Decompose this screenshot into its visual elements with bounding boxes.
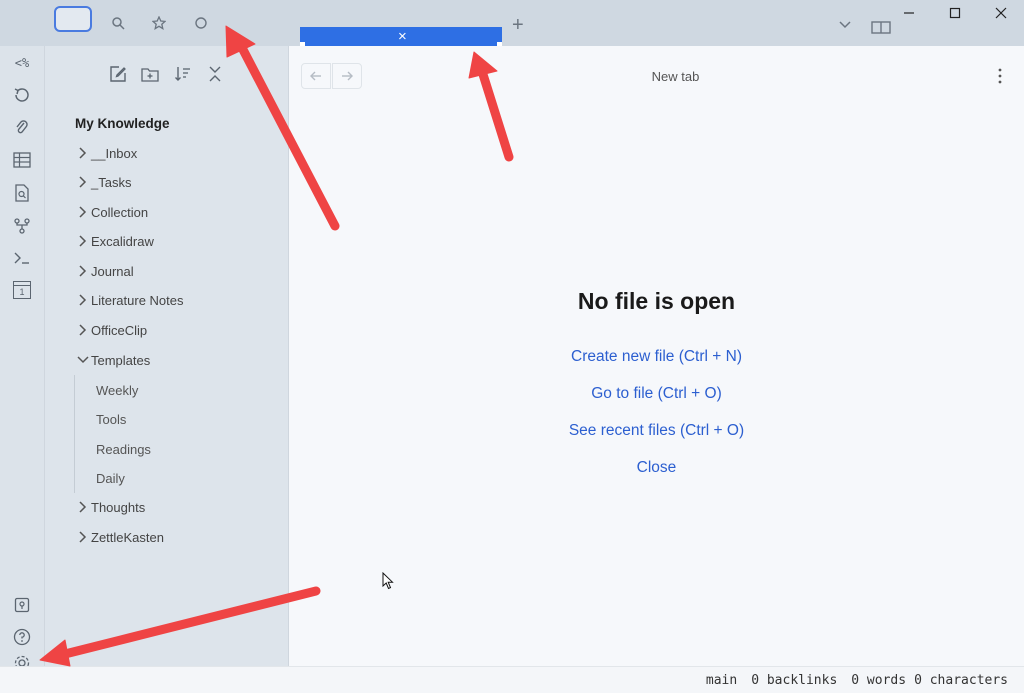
folder-tasks[interactable]: _Tasks — [75, 171, 131, 193]
chevron-right-icon — [79, 265, 87, 277]
maximize-icon[interactable] — [932, 0, 978, 26]
table-icon[interactable] — [10, 148, 34, 172]
folder-inbox[interactable]: __Inbox — [75, 142, 137, 164]
chevron-right-icon — [79, 147, 87, 159]
folder-excalidraw[interactable]: Excalidraw — [75, 230, 154, 252]
folder-templates[interactable]: Templates — [75, 349, 150, 371]
create-new-file-link[interactable]: Create new file (Ctrl + N) — [289, 348, 1024, 366]
close-window-icon[interactable] — [978, 0, 1024, 26]
files-icon[interactable] — [53, 4, 93, 34]
history-icon[interactable] — [10, 83, 34, 107]
file-weekly[interactable]: Weekly — [96, 379, 138, 401]
file-explorer: My Knowledge __Inbox _Tasks Collection E… — [45, 46, 289, 666]
file-readings[interactable]: Readings — [96, 438, 151, 460]
folder-journal[interactable]: Journal — [75, 260, 134, 282]
status-bar: main 0 backlinks 0 words 0 characters — [0, 666, 1024, 693]
folder-literature-notes[interactable]: Literature Notes — [75, 289, 184, 311]
file-search-icon[interactable] — [10, 181, 34, 205]
new-note-icon[interactable] — [106, 62, 130, 86]
file-daily[interactable]: Daily — [96, 467, 125, 489]
minimize-icon[interactable] — [886, 0, 932, 26]
close-link[interactable]: Close — [289, 459, 1024, 477]
tab-list-chevron-icon[interactable] — [838, 20, 852, 30]
file-tools[interactable]: Tools — [96, 408, 126, 430]
chevron-right-icon — [79, 501, 87, 513]
bookmark-icon[interactable] — [139, 10, 179, 36]
new-tab-button[interactable]: + — [512, 15, 524, 35]
new-folder-icon[interactable] — [138, 62, 162, 86]
view-header-title: New tab — [651, 69, 700, 84]
calendar-icon[interactable]: 1 — [10, 278, 34, 302]
vault-icon[interactable] — [10, 593, 34, 617]
character-count: 0 characters — [914, 673, 1008, 688]
folder-thoughts[interactable]: Thoughts — [75, 496, 145, 518]
folder-label: _Tasks — [91, 174, 132, 190]
collapse-all-icon[interactable] — [203, 62, 227, 86]
mouse-cursor-icon — [382, 572, 394, 590]
go-to-file-link[interactable]: Go to file (Ctrl + O) — [289, 385, 1024, 403]
folder-label: __Inbox — [91, 145, 138, 161]
chevron-right-icon — [79, 531, 87, 543]
folder-zettlekasten[interactable]: ZettleKasten — [75, 526, 164, 548]
window-controls — [886, 0, 1024, 26]
active-tab[interactable]: × — [300, 27, 502, 47]
vault-name[interactable]: My Knowledge — [75, 116, 170, 131]
word-count: 0 words — [851, 673, 907, 688]
folder-label: OfficeClip — [91, 322, 148, 338]
chevron-right-icon — [79, 235, 87, 247]
folder-collection[interactable]: Collection — [75, 201, 148, 223]
folder-label: Collection — [91, 204, 149, 220]
chevron-right-icon — [79, 324, 87, 336]
folder-label: Literature Notes — [91, 292, 184, 308]
chevron-down-icon — [77, 356, 89, 364]
search-icon[interactable] — [98, 10, 138, 36]
attachment-icon[interactable] — [10, 116, 34, 140]
main-pane: New tab No file is open Create new file … — [289, 46, 1024, 666]
empty-state-title: No file is open — [577, 288, 736, 314]
terminal-icon[interactable] — [10, 246, 34, 270]
folder-label: Thoughts — [91, 499, 146, 515]
folder-officeclip[interactable]: OfficeClip — [75, 319, 147, 341]
ribbon: <% 1 — [0, 46, 45, 666]
help-icon[interactable] — [10, 625, 34, 649]
templater-icon[interactable]: <% — [10, 51, 34, 75]
more-options-icon[interactable] — [992, 66, 1008, 86]
title-bar: × + — [0, 0, 1024, 47]
indent-guide — [74, 375, 75, 493]
backlinks-count[interactable]: 0 backlinks — [751, 673, 837, 688]
folder-label: Excalidraw — [91, 233, 154, 249]
folder-label: Journal — [91, 263, 134, 279]
chevron-right-icon — [79, 294, 87, 306]
chevron-right-icon — [79, 206, 87, 218]
settings-icon[interactable] — [10, 654, 34, 666]
sort-icon[interactable] — [171, 62, 195, 86]
folder-label: Templates — [91, 352, 151, 368]
close-tab-icon[interactable]: × — [398, 29, 407, 44]
folder-label: ZettleKasten — [91, 529, 164, 545]
graph-icon[interactable] — [181, 10, 221, 36]
chevron-right-icon — [79, 176, 87, 188]
git-branch[interactable]: main — [706, 673, 737, 688]
git-icon[interactable] — [10, 214, 34, 238]
see-recent-files-link[interactable]: See recent files (Ctrl + O) — [289, 422, 1024, 440]
